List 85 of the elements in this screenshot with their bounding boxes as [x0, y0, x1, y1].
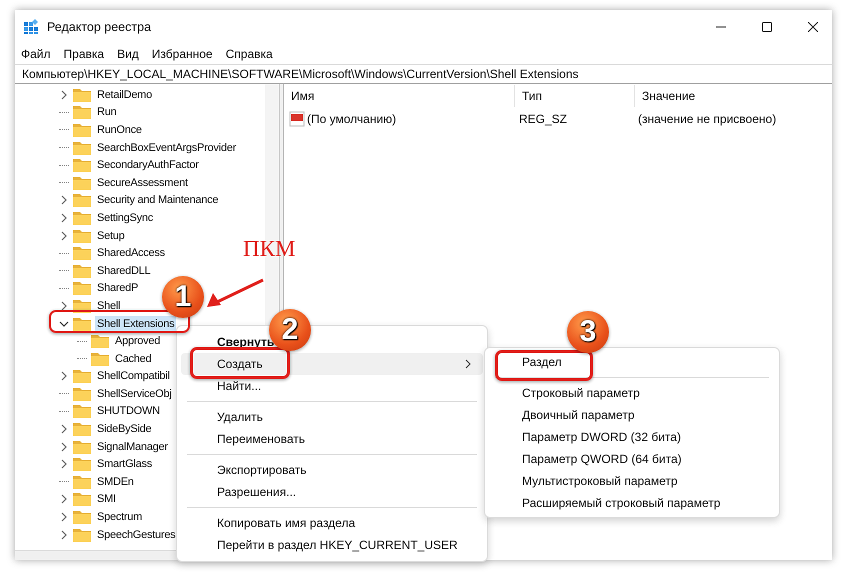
menu-item[interactable]: Копировать имя раздела: [181, 512, 483, 534]
close-icon[interactable]: [808, 22, 818, 32]
menu-item[interactable]: Экспортировать: [181, 459, 483, 481]
menu-item[interactable]: Избранное: [152, 47, 213, 61]
menu-item[interactable]: Переименовать: [181, 428, 483, 450]
tree-item[interactable]: SharedDLL: [95, 262, 152, 279]
folder-icon: [73, 140, 91, 155]
folder-icon: [73, 246, 91, 260]
tree-item[interactable]: SecureAssessment: [95, 174, 190, 191]
menu-item[interactable]: Мультистроковый параметр: [489, 470, 775, 492]
tree-item[interactable]: ShellCompatibil: [95, 368, 172, 384]
folder-icon: [73, 210, 91, 225]
folder-icon: [73, 404, 91, 418]
menu-item[interactable]: Справка: [226, 47, 273, 61]
menu-item[interactable]: Разрешения...: [181, 481, 483, 503]
folder-icon: [73, 422, 91, 436]
folder-icon: [91, 334, 109, 348]
registry-icon: [23, 19, 39, 35]
menu-item[interactable]: Правка: [64, 47, 104, 61]
table-cell: (По умолчанию): [307, 112, 396, 126]
column-header[interactable]: Тип: [515, 85, 635, 107]
tree-item[interactable]: Security and Maintenance: [95, 192, 220, 208]
folder-icon: [73, 88, 91, 102]
tree-item[interactable]: Approved: [113, 333, 162, 350]
tree-item[interactable]: SearchBoxEventArgsProvider: [95, 140, 238, 156]
folder-icon: [73, 386, 91, 401]
folder-icon: [73, 193, 91, 208]
folder-icon: [73, 528, 91, 542]
tree-item[interactable]: Shell Extensions: [95, 316, 176, 332]
folder-icon: [91, 352, 109, 366]
folder-icon: [73, 369, 91, 384]
menu-item[interactable]: Перейти в раздел HKEY_CURRENT_USER: [181, 534, 483, 556]
tree-item[interactable]: SecondaryAuthFactor: [95, 157, 201, 174]
folder-icon: [73, 122, 91, 137]
tree-item[interactable]: SMDEn: [95, 474, 136, 490]
tree-item[interactable]: SharedP: [95, 280, 140, 296]
tree-item[interactable]: SpeechGestures: [95, 526, 178, 543]
folder-icon: [73, 281, 91, 296]
menu-item[interactable]: Строковый параметр: [489, 382, 775, 404]
tree-item[interactable]: Setup: [95, 228, 126, 244]
menu-item[interactable]: Параметр QWORD (64 бита): [489, 448, 775, 470]
tree-item[interactable]: Cached: [113, 350, 154, 367]
tree-item[interactable]: SignalManager: [95, 438, 170, 455]
tree-item[interactable]: Run: [95, 104, 118, 120]
menu-item[interactable]: Удалить: [181, 406, 483, 428]
menu-item[interactable]: Раздел: [489, 351, 775, 373]
folder-icon: [73, 158, 91, 172]
tree-item[interactable]: SmartGlass: [95, 456, 154, 472]
tree-item[interactable]: RunOnce: [95, 122, 144, 138]
maximize-icon[interactable]: [762, 22, 772, 32]
address-field[interactable]: Компьютер\HKEY_LOCAL_MACHINE\SOFTWARE\Microsoft\Windows\CurrentVersion\Shell Extensions: [15, 64, 832, 84]
column-header[interactable]: Значение: [635, 85, 832, 107]
folder-icon: [73, 228, 91, 243]
menu-item[interactable]: Найти...: [181, 375, 483, 397]
tree-item[interactable]: RetailDemo: [95, 86, 154, 103]
folder-icon: [73, 264, 91, 278]
menu-item[interactable]: Двоичный параметр: [489, 404, 775, 426]
folder-icon: [73, 474, 91, 489]
tree-item[interactable]: Spectrum: [95, 509, 144, 526]
menu-item[interactable]: Параметр DWORD (32 бита): [489, 426, 775, 448]
folder-icon: [73, 492, 91, 506]
menu-item[interactable]: Вид: [117, 47, 139, 61]
column-header[interactable]: Имя: [284, 85, 515, 107]
table-cell-text: (значение не присвоено): [637, 112, 776, 126]
window-title: Редактор реестра: [47, 20, 152, 34]
menu-item[interactable]: Расширяемый строковый параметр: [489, 492, 775, 514]
tree-item[interactable]: Shell: [95, 298, 122, 314]
tree-item[interactable]: SharedAccess: [95, 245, 167, 262]
tree-item[interactable]: SettingSync: [95, 210, 155, 226]
annotation-label: ПКМ: [243, 236, 296, 262]
folder-icon: [73, 316, 91, 331]
tree-item[interactable]: SHUTDOWN: [95, 403, 162, 420]
annotation-arrow: [205, 278, 265, 310]
folder-icon: [73, 105, 91, 120]
menu-item[interactable]: Создать: [181, 353, 483, 375]
table-cell-text: REG_SZ: [518, 112, 568, 126]
folder-icon: [73, 440, 91, 454]
tree-item[interactable]: SMI: [95, 491, 118, 508]
folder-icon: [73, 457, 91, 472]
folder-icon: [73, 510, 91, 524]
folder-icon: [73, 176, 91, 190]
tree-item[interactable]: SideBySide: [95, 421, 154, 438]
menu-item[interactable]: Файл: [21, 47, 51, 61]
tree-item[interactable]: ShellServiceObj: [95, 386, 174, 402]
string-value-icon: [289, 111, 305, 127]
